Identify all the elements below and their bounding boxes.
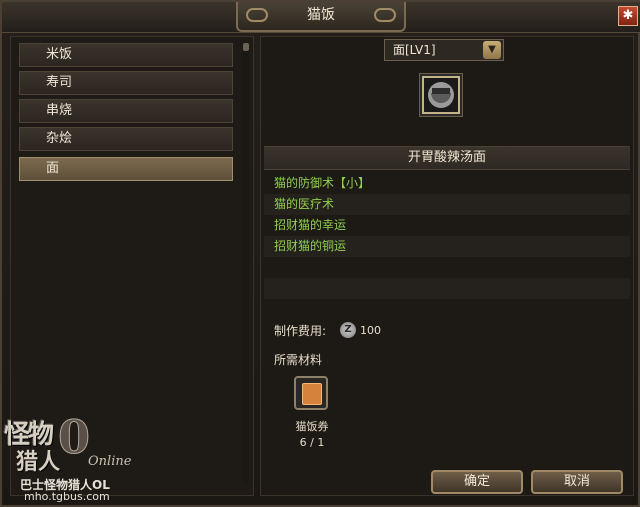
cat-food-window: 猫饭 ✱ 米饭 寿司 串烧 杂烩 面 面[LV1] ▼ 开胃酸辣汤面 猫的防御术… — [0, 0, 640, 507]
title-bar: 猫饭 ✱ — [2, 2, 640, 33]
cost-label: 制作费用: — [274, 324, 327, 338]
level-dropdown[interactable]: 面[LV1] ▼ — [384, 39, 504, 61]
meal-ticket-icon[interactable] — [294, 376, 328, 410]
cost-value: 100 — [360, 324, 381, 337]
logo-url: mho.tgbus.com — [24, 490, 110, 503]
title-ornament-left — [246, 8, 268, 22]
category-item-sushi[interactable]: 寿司 — [19, 71, 233, 95]
category-scrollbar[interactable] — [243, 43, 249, 483]
chevron-down-icon[interactable]: ▼ — [483, 41, 501, 59]
logo-zero: 0 — [57, 410, 91, 465]
category-item-noodles[interactable]: 面 — [19, 157, 233, 181]
title-ornament-right — [374, 8, 396, 22]
close-icon[interactable]: ✱ — [618, 6, 638, 26]
effect-row: 猫的医疗术 — [264, 194, 630, 215]
effect-row: 招财猫的幸运 — [274, 218, 347, 232]
game-logo-watermark: 怪物 猎人 0 Online 巴士怪物猎人OL mho.tgbus.com — [4, 394, 136, 504]
category-item-stew[interactable]: 杂烩 — [19, 127, 233, 151]
level-dropdown-value: 面[LV1] — [393, 43, 436, 57]
effect-row: 猫的防御术【小】 — [274, 176, 371, 190]
logo-online: Online — [88, 454, 132, 469]
logo-title-line2: 猎人 — [16, 449, 61, 475]
category-item-rice[interactable]: 米饭 — [19, 43, 233, 67]
scroll-thumb[interactable] — [243, 43, 249, 51]
noodle-bowl-icon — [428, 82, 454, 108]
category-item-skewer[interactable]: 串烧 — [19, 99, 233, 123]
effect-row: 招财猫的铜运 — [264, 236, 630, 257]
materials-label: 所需材料 — [274, 353, 323, 367]
material-count: 6 / 1 — [299, 436, 325, 449]
ticket-shape — [302, 383, 322, 405]
recipe-dish-icon — [422, 76, 460, 114]
title-plate: 猫饭 — [236, 2, 406, 32]
effect-row-empty — [264, 257, 630, 278]
confirm-button[interactable]: 确定 — [431, 470, 523, 494]
zenny-coin-icon: Z — [340, 322, 356, 338]
cancel-button[interactable]: 取消 — [531, 470, 623, 494]
window-title: 猫饭 — [307, 7, 335, 23]
material-name: 猫饭券 — [295, 420, 329, 433]
effect-row-empty — [264, 278, 630, 299]
recipe-name: 开胃酸辣汤面 — [264, 146, 630, 170]
